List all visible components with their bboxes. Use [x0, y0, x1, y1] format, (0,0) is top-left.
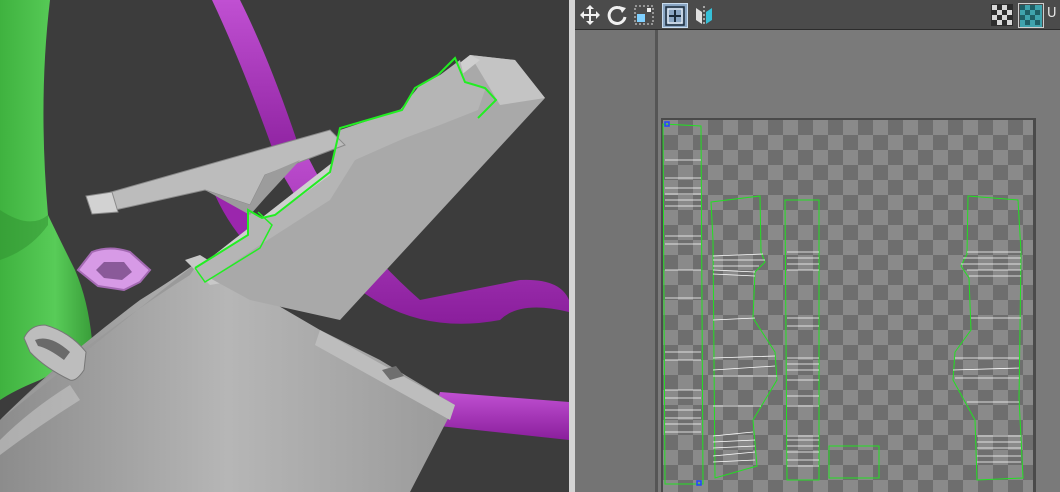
- uv-selected-vertices: [664, 121, 702, 486]
- uv-island-4: [828, 445, 880, 479]
- uv-island-5: [952, 195, 1024, 481]
- uv-island-2: [710, 195, 778, 479]
- uv-editor-panel: U: [575, 0, 1060, 492]
- uv-island-3: [784, 199, 820, 481]
- scene-render: [0, 0, 569, 492]
- uv-islands[interactable]: [575, 0, 1060, 492]
- perspective-viewport[interactable]: [0, 0, 569, 492]
